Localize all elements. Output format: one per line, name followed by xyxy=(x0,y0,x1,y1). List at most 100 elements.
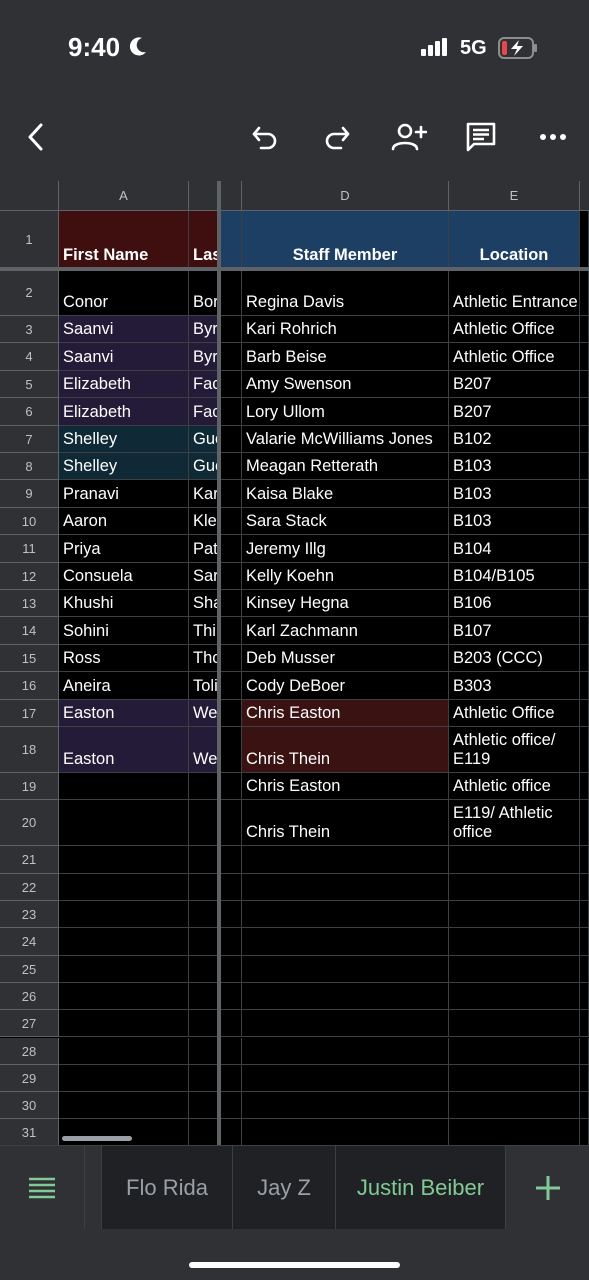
cell-loc[interactable]: B303 xyxy=(449,672,580,700)
tab-justin-beiber[interactable]: Justin Beiber xyxy=(336,1146,506,1230)
cell-c[interactable] xyxy=(219,873,242,901)
back-icon[interactable] xyxy=(16,117,56,157)
cell-last[interactable]: We xyxy=(189,699,219,727)
cell-c[interactable] xyxy=(219,590,242,618)
cell-staff[interactable] xyxy=(242,873,449,901)
cell-loc[interactable]: Athletic office/ E119 xyxy=(449,727,580,773)
cell-last[interactable]: Gue xyxy=(189,453,219,481)
cell-first[interactable]: Consuela xyxy=(59,562,189,590)
cell-loc[interactable] xyxy=(449,928,580,956)
cell-loc[interactable]: B104 xyxy=(449,535,580,563)
cell-staff[interactable]: Chris Thein xyxy=(242,800,449,847)
cell-last[interactable] xyxy=(189,982,219,1011)
cell-c[interactable] xyxy=(219,617,242,645)
cell-first[interactable] xyxy=(59,1092,189,1120)
cell-f[interactable] xyxy=(580,211,589,269)
cell-last[interactable] xyxy=(189,873,219,901)
cell-last[interactable]: Tho xyxy=(189,644,219,673)
cell-staff[interactable] xyxy=(242,901,449,929)
cell-f[interactable] xyxy=(580,370,589,399)
list-icon[interactable] xyxy=(0,1146,85,1230)
cell-last[interactable]: Fac xyxy=(189,370,219,399)
row-header[interactable]: 7 xyxy=(0,425,59,453)
cell-loc[interactable]: B207 xyxy=(449,370,580,399)
cell-f[interactable] xyxy=(580,617,589,645)
cell-staff[interactable] xyxy=(242,928,449,956)
cell-c[interactable] xyxy=(219,846,242,874)
cell-loc[interactable] xyxy=(449,955,580,983)
cell-first[interactable]: Aneira xyxy=(59,672,189,700)
column-header-a[interactable]: A xyxy=(59,181,189,211)
cell-loc[interactable]: Athletic Entrance xyxy=(449,269,580,316)
cell-c[interactable] xyxy=(219,398,242,426)
cell-staff[interactable]: Kelly Koehn xyxy=(242,562,449,590)
row-header[interactable]: 9 xyxy=(0,480,59,508)
cell-c[interactable] xyxy=(219,211,242,269)
cell-f[interactable] xyxy=(580,1010,589,1038)
cell-loc[interactable]: Athletic Office xyxy=(449,343,580,371)
cell-staff[interactable]: Karl Zachmann xyxy=(242,617,449,645)
cell-loc[interactable]: B207 xyxy=(449,398,580,426)
cell-f[interactable] xyxy=(580,507,589,536)
cell-last[interactable]: Fac xyxy=(189,398,219,426)
cell-last[interactable] xyxy=(189,928,219,956)
cell-c[interactable] xyxy=(219,370,242,399)
cell-first[interactable] xyxy=(59,928,189,956)
row-header[interactable]: 27 xyxy=(0,1010,59,1038)
cell-c[interactable] xyxy=(219,343,242,371)
cell-c[interactable] xyxy=(219,269,242,316)
cell-last[interactable] xyxy=(189,1119,219,1145)
cell-f[interactable] xyxy=(580,800,589,847)
row-header[interactable]: 5 xyxy=(0,370,59,399)
add-person-icon[interactable] xyxy=(389,117,429,157)
cell-c[interactable] xyxy=(219,1037,242,1065)
cell-loc[interactable] xyxy=(449,873,580,901)
cell-first[interactable]: Shelley xyxy=(59,453,189,481)
more-horizontal-icon[interactable] xyxy=(533,117,573,157)
cell-f[interactable] xyxy=(580,955,589,983)
row-header[interactable]: 4 xyxy=(0,343,59,371)
cell-loc[interactable] xyxy=(449,846,580,874)
spreadsheet-grid[interactable]: A D E 1 First NameLasts Staff MemberLocati… xyxy=(0,181,589,1145)
cell-loc[interactable]: Athletic office xyxy=(449,773,580,801)
cell-staff[interactable]: Lory Ullom xyxy=(242,398,449,426)
row-header[interactable]: 13 xyxy=(0,590,59,618)
cell-first[interactable] xyxy=(59,1064,189,1093)
cell-f[interactable] xyxy=(580,928,589,956)
cell-last[interactable] xyxy=(189,901,219,929)
row-header[interactable]: 26 xyxy=(0,982,59,1011)
cell-loc[interactable]: B106 xyxy=(449,590,580,618)
cell-first[interactable] xyxy=(59,800,189,847)
cell-staff[interactable]: Chris Easton xyxy=(242,773,449,801)
tab-jay-z[interactable]: Jay Z xyxy=(233,1146,336,1230)
cell-first[interactable]: Easton xyxy=(59,727,189,773)
cell-loc[interactable]: B103 xyxy=(449,507,580,536)
cell-last[interactable] xyxy=(189,1010,219,1038)
cell-f[interactable] xyxy=(580,425,589,453)
cell-loc[interactable]: Location xyxy=(449,211,580,269)
cell-staff[interactable]: Sara Stack xyxy=(242,507,449,536)
cell-f[interactable] xyxy=(580,901,589,929)
horizontal-scrollbar[interactable] xyxy=(62,1136,132,1141)
cell-staff[interactable]: Amy Swenson xyxy=(242,370,449,399)
cell-loc[interactable]: B103 xyxy=(449,480,580,508)
cell-f[interactable] xyxy=(580,672,589,700)
row-header[interactable]: 25 xyxy=(0,955,59,983)
cell-staff[interactable] xyxy=(242,1010,449,1038)
cell-c[interactable] xyxy=(219,982,242,1011)
row-header[interactable]: 28 xyxy=(0,1037,59,1065)
cell-c[interactable] xyxy=(219,699,242,727)
column-header-b[interactable] xyxy=(189,181,219,211)
cell-last[interactable] xyxy=(189,773,219,801)
cell-c[interactable] xyxy=(219,425,242,453)
row-header[interactable]: 12 xyxy=(0,562,59,590)
cell-f[interactable] xyxy=(580,773,589,801)
cell-c[interactable] xyxy=(219,1119,242,1145)
cell-staff[interactable]: Cody DeBoer xyxy=(242,672,449,700)
cell-f[interactable] xyxy=(580,590,589,618)
cell-c[interactable] xyxy=(219,672,242,700)
cell-c[interactable] xyxy=(219,955,242,983)
cell-last[interactable]: Kle xyxy=(189,507,219,536)
cell-staff[interactable] xyxy=(242,1037,449,1065)
cell-loc[interactable] xyxy=(449,982,580,1011)
